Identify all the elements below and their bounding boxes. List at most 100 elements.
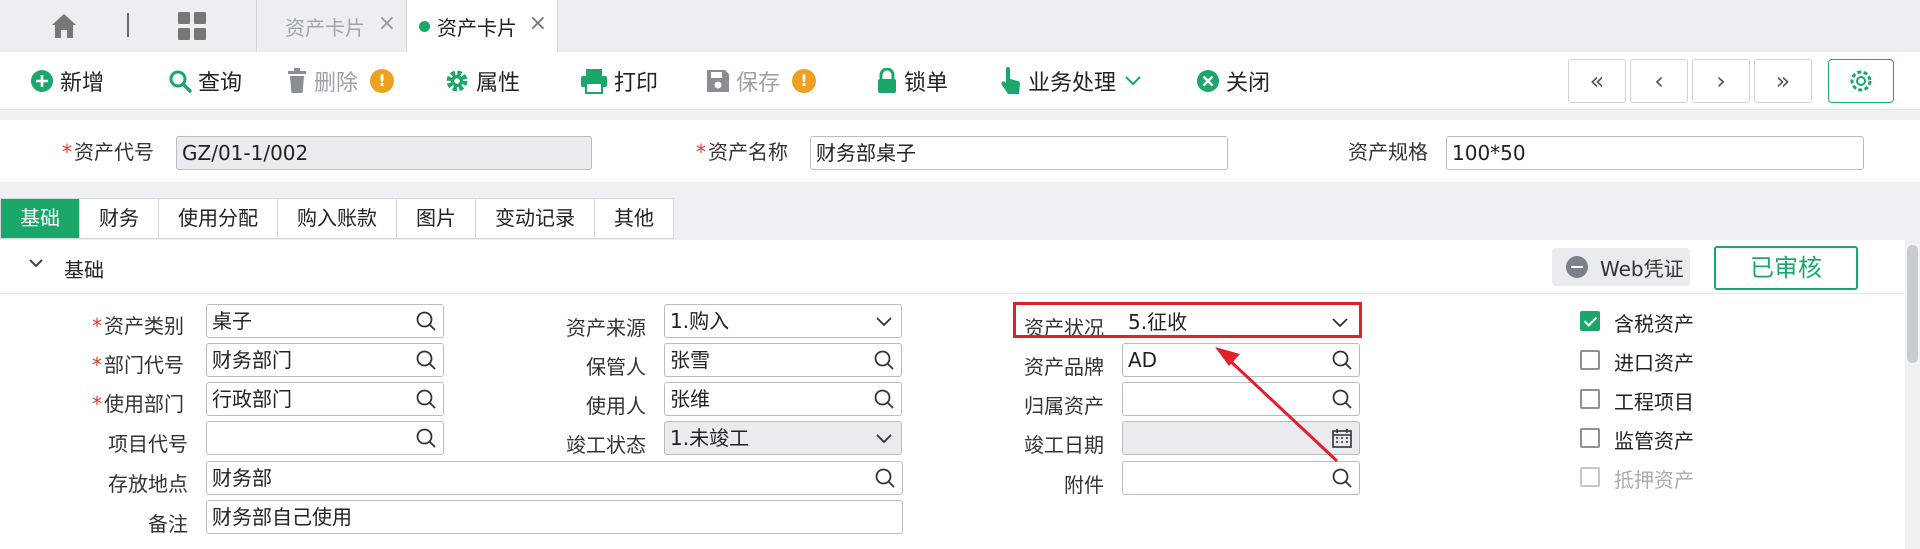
chevron-down-icon[interactable]: [28, 258, 44, 270]
completion-status-label: 竣工状态: [566, 433, 646, 457]
chevron-left-icon: ‹: [1654, 67, 1664, 95]
close-icon[interactable]: ×: [529, 11, 547, 36]
tab-usage-allocation[interactable]: 使用分配: [159, 199, 278, 238]
asset-category-label: * 资产类别: [92, 314, 184, 338]
asset-code-field[interactable]: GZ/01-1/002: [176, 136, 592, 170]
tab-basic[interactable]: 基础: [1, 199, 80, 238]
print-button[interactable]: 打印: [580, 65, 658, 97]
tab-finance[interactable]: 财务: [80, 199, 159, 238]
business-menu-button[interactable]: 业务处理: [1000, 65, 1148, 97]
home-icon[interactable]: [48, 10, 80, 42]
asset-brand-label: 资产品牌: [1024, 355, 1104, 379]
delete-label: 删除: [314, 71, 359, 96]
asset-spec-field[interactable]: 100*50: [1446, 136, 1864, 170]
tab-other[interactable]: 其他: [595, 199, 673, 238]
engineering-project-label: 工程项目: [1614, 390, 1694, 414]
asset-brand-field[interactable]: AD: [1122, 343, 1360, 377]
apps-grid-icon[interactable]: [178, 12, 206, 40]
last-record-button[interactable]: »: [1754, 59, 1812, 103]
section-header[interactable]: 基础 Web凭证 已审核: [0, 240, 1905, 294]
search-icon[interactable]: [415, 349, 437, 371]
calendar-icon[interactable]: [1331, 427, 1353, 449]
search-icon[interactable]: [873, 388, 895, 410]
trash-icon: [288, 68, 306, 93]
supervised-asset-checkbox[interactable]: [1580, 428, 1600, 448]
remark-field[interactable]: 财务部自己使用: [206, 500, 903, 534]
tab-asset-card-1[interactable]: 资产卡片 ×: [256, 0, 406, 52]
section-tabs: 基础 财务 使用分配 购入账款 图片 变动记录 其他: [0, 198, 674, 239]
storage-location-field[interactable]: 财务部: [206, 461, 903, 495]
imported-asset-label: 进口资产: [1614, 351, 1694, 375]
mortgaged-asset-checkbox: [1580, 467, 1600, 487]
attachment-field[interactable]: [1122, 461, 1360, 495]
completion-date-field[interactable]: [1122, 421, 1360, 455]
tax-included-checkbox[interactable]: [1580, 311, 1600, 331]
asset-source-select[interactable]: 1.购入: [664, 304, 902, 338]
previous-record-button[interactable]: ‹: [1630, 59, 1688, 103]
search-icon[interactable]: [1331, 388, 1353, 410]
close-icon[interactable]: ×: [378, 11, 396, 36]
keeper-field[interactable]: 张雪: [664, 343, 902, 377]
use-dept-field[interactable]: 行政部门: [206, 382, 444, 416]
next-record-button[interactable]: ›: [1692, 59, 1750, 103]
completion-status-select[interactable]: 1.未竣工: [664, 421, 902, 455]
toolbar: 新增 查询 删除 ! 属性 打印 保存 ! 锁单 业务处理 关闭 « ‹ › »: [0, 52, 1920, 110]
settings-gear-icon: [1850, 70, 1872, 92]
search-icon[interactable]: [1331, 467, 1353, 489]
warning-icon[interactable]: !: [792, 69, 817, 93]
lock-button[interactable]: 锁单: [876, 65, 948, 97]
close-button[interactable]: 关闭: [1196, 65, 1270, 97]
tab-asset-card-2[interactable]: 资产卡片 ×: [406, 0, 558, 52]
asset-source-label: 资产来源: [566, 316, 646, 340]
tab-purchase-account[interactable]: 购入账款: [278, 199, 397, 238]
search-icon[interactable]: [874, 467, 896, 489]
save-button[interactable]: 保存 !: [706, 65, 817, 97]
web-voucher-button[interactable]: Web凭证: [1552, 248, 1690, 286]
first-record-button[interactable]: «: [1568, 59, 1626, 103]
remark-label: 备注: [148, 512, 188, 536]
chevron-right-icon: ›: [1716, 67, 1726, 95]
tab-change-log[interactable]: 变动记录: [476, 199, 595, 238]
scrollbar-thumb[interactable]: [1907, 245, 1918, 363]
section-title: 基础: [64, 258, 104, 282]
settings-button[interactable]: [1828, 59, 1894, 103]
asset-category-field[interactable]: 桌子: [206, 304, 444, 338]
tab-label: 资产卡片: [285, 15, 365, 40]
belong-asset-field[interactable]: [1122, 382, 1360, 416]
supervised-asset-label: 监管资产: [1614, 429, 1694, 453]
business-label: 业务处理: [1028, 71, 1117, 96]
query-button[interactable]: 查询: [168, 65, 242, 97]
belong-asset-label: 归属资产: [1024, 394, 1104, 418]
dept-code-field[interactable]: 财务部门: [206, 343, 444, 377]
imported-asset-checkbox[interactable]: [1580, 350, 1600, 370]
lock-icon: [878, 68, 896, 93]
chevron-down-icon[interactable]: [873, 427, 895, 449]
tab-images[interactable]: 图片: [397, 199, 476, 238]
gear-icon: [446, 70, 468, 92]
minus-circle-icon: [1566, 256, 1588, 278]
hand-pointer-icon: [1001, 67, 1021, 94]
chevron-down-icon[interactable]: [873, 310, 895, 332]
mortgaged-asset-label: 抵押资产: [1614, 468, 1694, 492]
search-icon[interactable]: [1331, 349, 1353, 371]
user-field[interactable]: 张维: [664, 382, 902, 416]
add-button[interactable]: 新增: [30, 65, 104, 97]
header-fields: * 资产代号 GZ/01-1/002 * 资产名称 财务部桌子 资产规格 100*5…: [0, 120, 1920, 182]
properties-button[interactable]: 属性: [444, 65, 520, 97]
warning-icon[interactable]: !: [370, 69, 395, 93]
tab-label: 资产卡片: [437, 15, 517, 40]
print-label: 打印: [614, 71, 659, 96]
search-icon[interactable]: [415, 427, 437, 449]
properties-label: 属性: [476, 71, 521, 96]
search-icon[interactable]: [415, 310, 437, 332]
asset-name-field[interactable]: 财务部桌子: [810, 136, 1228, 170]
search-icon[interactable]: [415, 388, 437, 410]
project-code-field[interactable]: [206, 421, 444, 455]
search-icon[interactable]: [873, 349, 895, 371]
asset-spec-label: 资产规格: [1348, 140, 1428, 164]
delete-button[interactable]: 删除 !: [286, 65, 395, 97]
engineering-project-checkbox[interactable]: [1580, 389, 1600, 409]
query-label: 查询: [198, 71, 243, 96]
highlight-box: [1013, 302, 1362, 338]
printer-icon: [581, 69, 607, 94]
